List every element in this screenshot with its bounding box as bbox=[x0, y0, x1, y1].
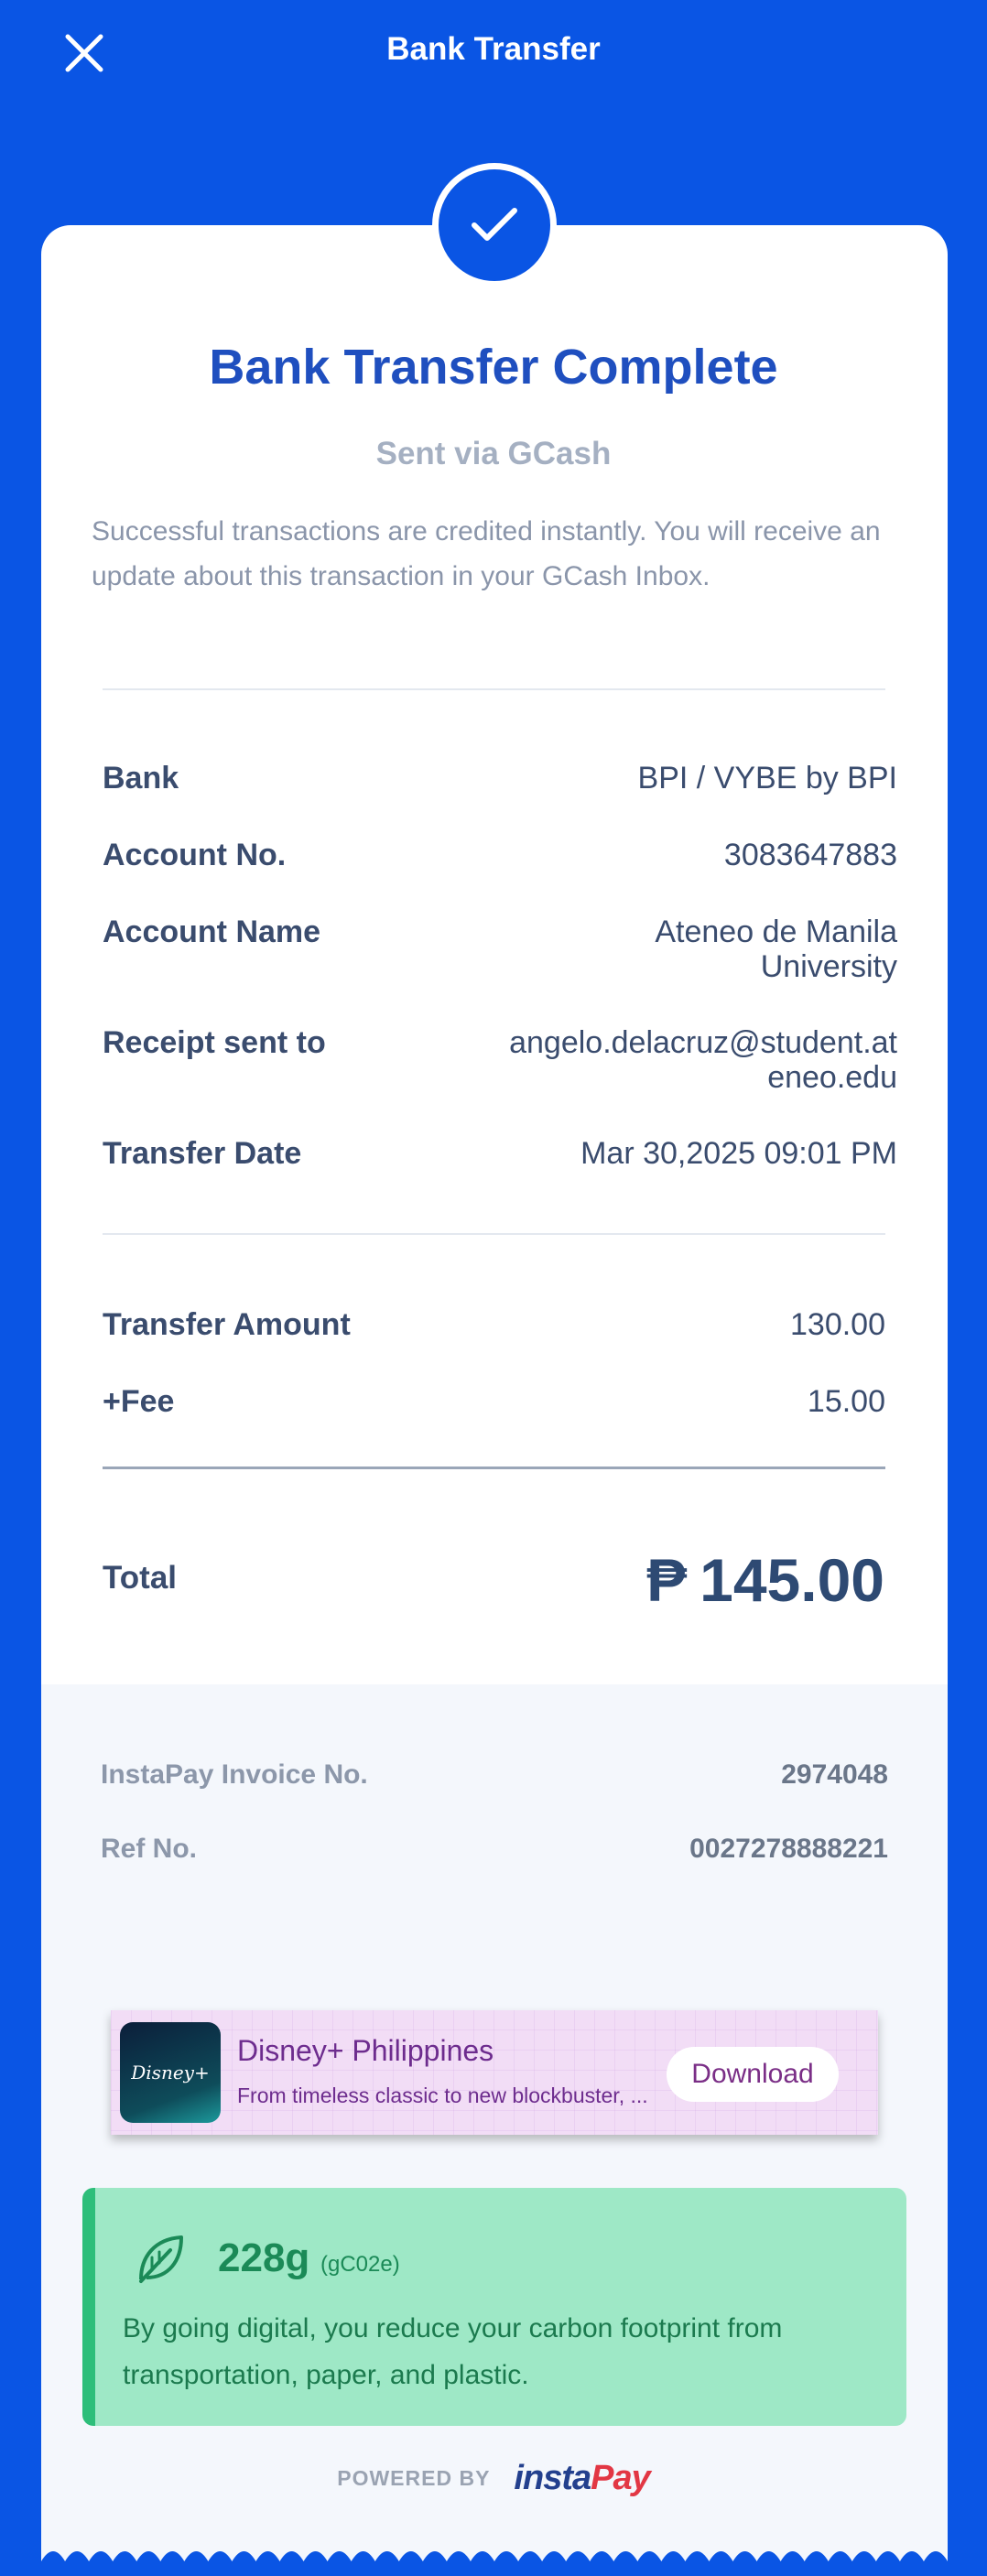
detail-value: Mar 30,2025 09:01 PM bbox=[580, 1136, 897, 1171]
disney-plus-logo: Disney+ bbox=[120, 2022, 221, 2123]
detail-label: Account No. bbox=[103, 838, 287, 872]
amount-value: 15.00 bbox=[807, 1384, 885, 1419]
powered-label: POWERED BY bbox=[337, 2466, 491, 2490]
carbon-message: By going digital, you reduce your carbon… bbox=[123, 2313, 783, 2390]
leaf-icon bbox=[139, 2235, 183, 2283]
status-title: Bank Transfer Complete bbox=[209, 340, 778, 395]
amount-label: +Fee bbox=[103, 1384, 175, 1419]
detail-label: Transfer Date bbox=[103, 1136, 302, 1171]
meta-row-invoice: InstaPay Invoice No. 2974048 bbox=[101, 1759, 888, 1791]
detail-row-transfer-date: Transfer Date Mar 30,2025 09:01 PM bbox=[103, 1136, 897, 1172]
carbon-amount: 228g bbox=[218, 2235, 310, 2280]
detail-value: 3083647883 bbox=[723, 838, 897, 872]
amount-label: Transfer Amount bbox=[103, 1307, 351, 1342]
download-button[interactable]: Download bbox=[667, 2047, 839, 2102]
carbon-footprint-card: 228g (gC02e) By going digital, you reduc… bbox=[82, 2188, 906, 2426]
meta-value: 2974048 bbox=[781, 1759, 888, 1790]
status-message: Successful transactions are credited ins… bbox=[92, 516, 881, 591]
total-value: 145.00 bbox=[700, 1546, 884, 1614]
amount-value: 130.00 bbox=[790, 1307, 885, 1342]
detail-row-receipt: Receipt sent to angelo.delacruz@student.… bbox=[103, 1025, 897, 1095]
powered-by: POWERED BY instaPay bbox=[0, 2459, 987, 2498]
meta-row-ref: Ref No. 0027278888221 bbox=[101, 1834, 888, 1865]
carbon-unit: (gC02e) bbox=[320, 2252, 400, 2277]
top-bar: Bank Transfer bbox=[0, 0, 987, 103]
detail-label: Account Name bbox=[103, 915, 321, 949]
meta-value: 0027278888221 bbox=[689, 1834, 888, 1864]
divider bbox=[103, 688, 885, 690]
amount-row-transfer: Transfer Amount 130.00 bbox=[103, 1307, 885, 1343]
total-amount: ₱ 145.00 bbox=[646, 1545, 884, 1615]
detail-value: Ateneo de Manila University bbox=[655, 915, 897, 984]
status-subtitle: Sent via GCash bbox=[375, 436, 612, 471]
detail-row-account-no: Account No. 3083647883 bbox=[103, 838, 897, 873]
divider bbox=[103, 1233, 885, 1235]
detail-label: Receipt sent to bbox=[103, 1025, 326, 1060]
instapay-logo: instaPay bbox=[514, 2459, 650, 2497]
ad-title: Disney+ Philippines bbox=[237, 2034, 494, 2067]
total-label: Total bbox=[103, 1560, 178, 1596]
success-badge bbox=[432, 163, 557, 287]
ad-banner[interactable]: Disney+ Disney+ Philippines From timeles… bbox=[111, 2010, 878, 2135]
checkmark-icon bbox=[472, 208, 517, 241]
detail-row-bank: Bank BPI / VYBE by BPI bbox=[103, 761, 897, 796]
receipt-torn-edge bbox=[41, 2551, 948, 2576]
peso-symbol: ₱ bbox=[646, 1546, 688, 1614]
meta-label: InstaPay Invoice No. bbox=[101, 1759, 368, 1790]
page-title: Bank Transfer bbox=[386, 31, 601, 67]
detail-value: angelo.delacruz@student.ateneo.edu bbox=[509, 1025, 897, 1095]
detail-row-account-name: Account Name Ateneo de Manila University bbox=[103, 915, 897, 984]
ad-description: From timeless classic to new blockbuster… bbox=[237, 2084, 648, 2107]
meta-label: Ref No. bbox=[101, 1834, 197, 1864]
amount-row-fee: +Fee 15.00 bbox=[103, 1384, 885, 1420]
detail-value: BPI / VYBE by BPI bbox=[637, 761, 897, 796]
detail-label: Bank bbox=[103, 761, 179, 796]
total-divider bbox=[103, 1467, 885, 1469]
